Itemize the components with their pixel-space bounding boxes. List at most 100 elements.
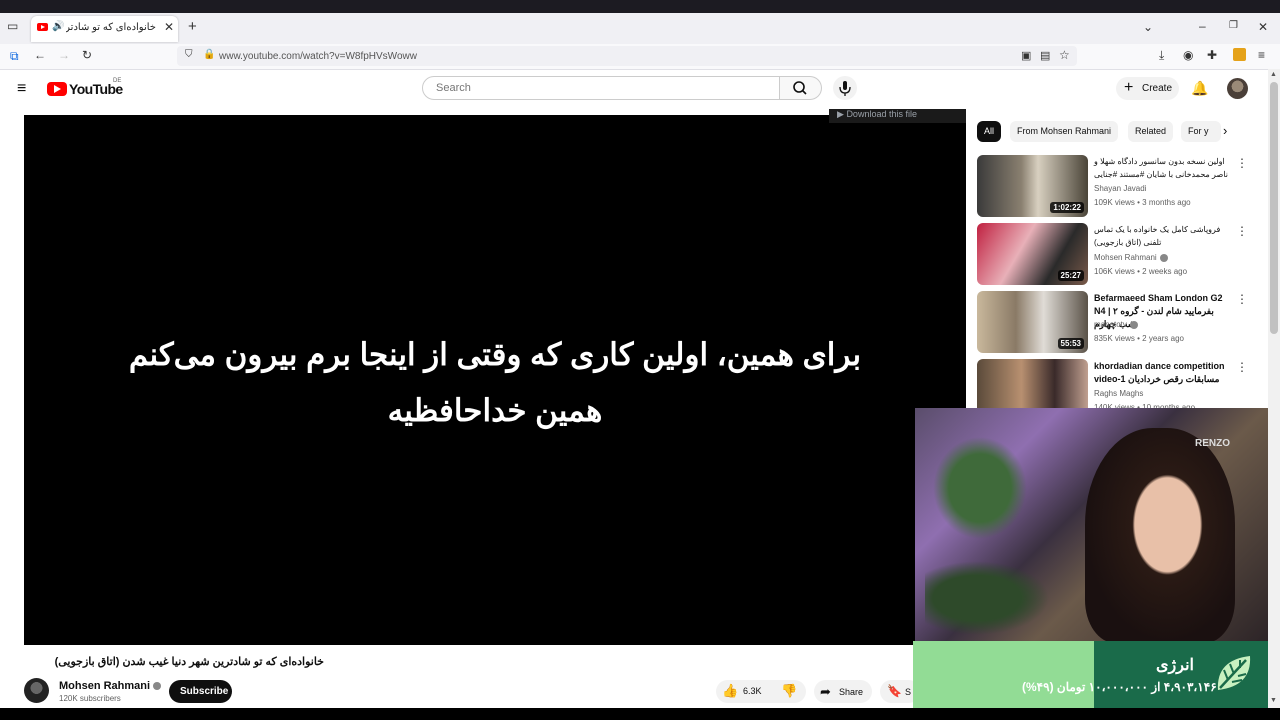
streamer-figure xyxy=(1085,428,1235,641)
rec-channel-name: Mohsen Rahmani xyxy=(1094,253,1157,262)
extensions-icon[interactable]: ✚ xyxy=(1207,48,1217,62)
save-label: S xyxy=(905,687,912,697)
scroll-up-icon[interactable]: ▲ xyxy=(1270,71,1277,78)
rec-thumbnail[interactable]: 55:53 xyxy=(977,291,1088,353)
like-icon[interactable]: 👍 xyxy=(722,683,738,699)
search-button[interactable] xyxy=(780,76,822,100)
user-avatar[interactable] xyxy=(1227,78,1248,99)
list-all-tabs-icon[interactable]: ⌄ xyxy=(1143,20,1153,34)
banner-progress-text: ۴،۹۰۳،۱۴۶ از ۱۰،۰۰۰،۰۰۰ تومان (۴۹%) xyxy=(1022,680,1217,694)
plus-icon: + xyxy=(1124,79,1134,96)
scrollbar-thumb[interactable] xyxy=(1270,82,1278,334)
subscribe-label: Subscribe xyxy=(180,686,229,697)
leaf-logo-icon xyxy=(1210,650,1256,696)
subtitle-line-2: همین خداحافظیه xyxy=(387,393,603,428)
chip-all[interactable]: All xyxy=(977,121,1002,142)
sidebar-icon[interactable]: ⧉ xyxy=(10,49,19,64)
close-window-icon[interactable]: ✕ xyxy=(1258,20,1268,34)
banner-title: انرژی xyxy=(1156,657,1194,674)
chip-for-you[interactable]: For y xyxy=(1181,121,1221,142)
search-icon xyxy=(793,81,807,95)
search-input[interactable] xyxy=(422,76,780,100)
tab-list-icon[interactable]: ▭ xyxy=(7,19,18,33)
voice-search-button[interactable] xyxy=(833,76,857,100)
chip-from-channel[interactable]: From Mohsen Rahmani xyxy=(1010,121,1119,142)
url-text[interactable]: www.youtube.com/watch?v=W8fpHVsWoww xyxy=(219,51,417,62)
rec-channel[interactable]: manototv xyxy=(1094,320,1138,329)
rec-channel[interactable]: Shayan Javadi xyxy=(1094,184,1146,193)
channel-name-text: Mohsen Rahmani xyxy=(59,680,151,692)
more-options-icon[interactable]: ⋮ xyxy=(1236,360,1248,374)
channel-name[interactable]: Mohsen Rahmani xyxy=(59,680,162,692)
play-icon: ▶ xyxy=(837,109,844,119)
dislike-icon[interactable]: 👎 xyxy=(781,683,797,699)
lock-icon[interactable]: 🔒 xyxy=(203,49,215,60)
share-icon: ➦ xyxy=(820,684,831,699)
rec-thumbnail[interactable]: 25:27 xyxy=(977,223,1088,285)
chair-brand: RENZO xyxy=(1195,438,1230,449)
more-options-icon[interactable]: ⋮ xyxy=(1236,292,1248,306)
rec-thumbnail[interactable]: 1:02:22 xyxy=(977,155,1088,217)
plant-shape xyxy=(925,558,1055,638)
bookmark-star-icon[interactable]: ☆ xyxy=(1059,48,1070,62)
tab-title: خانواده‌ای که تو شادترین شهر xyxy=(66,22,156,33)
share-label: Share xyxy=(839,687,864,697)
restore-icon[interactable]: ❐ xyxy=(1229,20,1238,31)
more-options-icon[interactable]: ⋮ xyxy=(1236,224,1248,238)
new-tab-icon[interactable]: + xyxy=(188,18,197,35)
verified-badge-icon xyxy=(1129,320,1138,329)
rec-duration: 25:27 xyxy=(1057,270,1084,281)
window-top-strip xyxy=(0,0,1280,13)
hamburger-menu-icon[interactable]: ≡ xyxy=(17,80,26,98)
close-tab-icon[interactable]: ✕ xyxy=(164,20,174,34)
share-button[interactable]: ➦ Share xyxy=(814,680,872,703)
chevron-right-icon[interactable]: › xyxy=(1223,123,1227,138)
verified-badge-icon xyxy=(153,682,162,691)
window-bottom-strip xyxy=(0,708,1280,720)
bookmark-icon: 🔖 xyxy=(887,684,902,698)
vpn-extension-icon[interactable] xyxy=(1233,48,1246,61)
verified-badge-icon xyxy=(1159,253,1168,262)
like-count[interactable]: 6.3K xyxy=(743,686,762,696)
video-player[interactable] xyxy=(24,115,966,645)
rec-title[interactable]: khordadian dance competition video-1 مسا… xyxy=(1094,360,1228,386)
forward-icon[interactable]: → xyxy=(58,48,70,62)
rec-meta: 109K views • 3 months ago xyxy=(1094,198,1191,207)
chip-related[interactable]: Related xyxy=(1128,121,1174,142)
speaker-icon[interactable]: 🔊 xyxy=(52,21,64,32)
rec-channel[interactable]: Raghs Maghs xyxy=(1094,389,1143,398)
rec-channel-name: manototv xyxy=(1094,320,1127,329)
rec-duration: 55:53 xyxy=(1057,338,1084,349)
rec-title[interactable]: فروپاشی کامل یک خانواده با یک تماس تلفنی… xyxy=(1094,223,1228,249)
downloads-icon[interactable]: ⤓ xyxy=(1159,48,1164,63)
download-file-bar[interactable]: ▶ Download this file xyxy=(829,109,966,123)
microphone-icon xyxy=(839,81,851,96)
menu-icon[interactable]: ≡ xyxy=(1258,48,1265,62)
shield-icon[interactable]: ⛉ xyxy=(185,49,193,60)
subscribe-button[interactable]: Subscribe xyxy=(169,680,232,703)
rec-title[interactable]: اولین نسخه بدون سانسور دادگاه شهلا و ناص… xyxy=(1094,155,1228,181)
webcam-overlay: RENZO xyxy=(915,408,1268,641)
region-label: DE xyxy=(113,78,122,84)
more-options-icon[interactable]: ⋮ xyxy=(1236,156,1248,170)
plant-shape xyxy=(925,428,1035,548)
rec-duration: 1:02:22 xyxy=(1050,202,1084,213)
minimize-icon[interactable]: – xyxy=(1199,19,1206,33)
youtube-favicon-icon xyxy=(37,23,48,31)
reader-view-icon[interactable]: ▤ xyxy=(1040,49,1050,62)
notifications-bell-icon[interactable]: 🔔 xyxy=(1191,80,1208,97)
video-title: خانواده‌ای که تو شادترین شهر دنیا غیب شد… xyxy=(54,656,324,668)
channel-avatar[interactable] xyxy=(24,678,49,703)
rec-meta: 835K views • 2 years ago xyxy=(1094,334,1184,343)
rec-channel[interactable]: Mohsen Rahmani xyxy=(1094,253,1168,262)
back-icon[interactable]: ← xyxy=(34,48,46,62)
picture-icon[interactable]: ▣ xyxy=(1021,49,1031,62)
account-icon[interactable]: ◉ xyxy=(1183,48,1193,62)
youtube-logo-icon[interactable] xyxy=(47,82,67,96)
download-label: Download this file xyxy=(846,109,917,119)
create-button[interactable]: + Create xyxy=(1116,77,1179,100)
subtitle-line-1: برای همین، اولین کاری که وقتی از اینجا ب… xyxy=(128,337,862,372)
scroll-down-icon[interactable]: ▼ xyxy=(1270,697,1277,704)
reload-icon[interactable]: ↻ xyxy=(82,48,92,62)
rec-meta: 106K views • 2 weeks ago xyxy=(1094,267,1188,276)
